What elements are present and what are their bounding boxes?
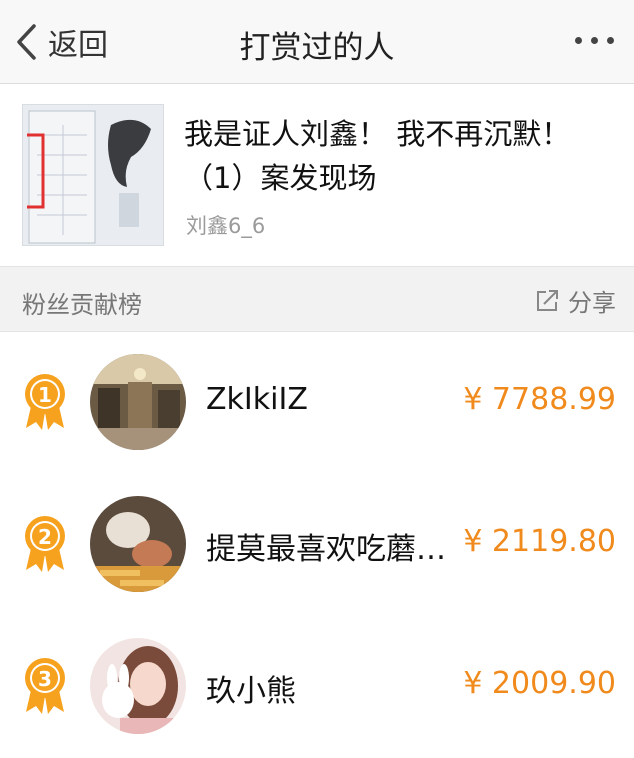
ranking-row[interactable]: 2 提莫最喜欢吃蘑… ¥ 2119.80 (0, 474, 634, 616)
dot-icon (591, 36, 598, 44)
reward-amount: ¥ 2009.90 (463, 666, 616, 701)
medal-icon: 1 (25, 374, 65, 430)
reward-amount: ¥ 7788.99 (463, 382, 616, 417)
article-card[interactable]: 我是证人刘鑫！ 我不再沉默！（1）案发现场 刘鑫6_6 (0, 84, 634, 266)
reward-amount: ¥ 2119.80 (463, 524, 616, 559)
user-name: 提莫最喜欢吃蘑… (206, 532, 446, 567)
article-author: 刘鑫6_6 (186, 214, 266, 238)
share-button[interactable]: 分享 (534, 283, 616, 318)
dot-icon (607, 36, 614, 44)
share-label: 分享 (568, 289, 616, 317)
navigation-bar: 返回 打赏过的人 (0, 0, 634, 84)
more-options-button[interactable] (575, 30, 614, 50)
medal-icon: 2 (25, 516, 65, 572)
avatar[interactable] (90, 496, 186, 592)
article-title: 我是证人刘鑫！ 我不再沉默！（1）案发现场 (184, 117, 571, 195)
section-title: 粉丝贡献榜 (22, 291, 142, 319)
ranking-row[interactable]: 1 ZkIkiIZ ¥ 7788.99 (0, 332, 634, 474)
avatar[interactable] (90, 638, 186, 734)
svg-text:2: 2 (38, 525, 52, 549)
avatar[interactable] (90, 354, 186, 450)
ranking-list: 1 ZkIkiIZ ¥ 7788.99 2 提莫最喜欢吃蘑… ¥ 2119.80… (0, 332, 634, 758)
user-name: 玖小熊 (206, 674, 296, 709)
fan-ranking-header: 粉丝贡献榜 分享 (0, 266, 634, 332)
medal-icon: 3 (25, 658, 65, 714)
article-thumbnail (22, 104, 164, 246)
page-title: 打赏过的人 (239, 30, 395, 66)
ranking-row[interactable]: 3 玖小熊 ¥ 2009.90 (0, 616, 634, 758)
share-icon (537, 289, 558, 311)
user-name: ZkIkiIZ (206, 382, 308, 417)
dot-icon (575, 36, 582, 44)
svg-text:3: 3 (38, 667, 52, 691)
svg-text:1: 1 (38, 383, 52, 407)
